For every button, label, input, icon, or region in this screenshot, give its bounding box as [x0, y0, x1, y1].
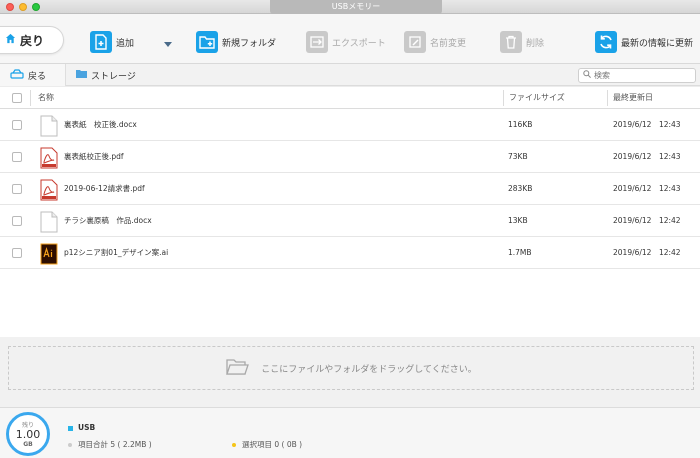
- back-button[interactable]: 戻り: [0, 26, 64, 54]
- table-row[interactable]: 裏表紙校正後.pdf 73KB 2019/6/12 12:43: [0, 141, 700, 173]
- row-checkbox[interactable]: [12, 184, 22, 194]
- row-checkbox[interactable]: [12, 248, 22, 258]
- new-folder-icon: [196, 31, 218, 53]
- search-icon: [583, 70, 591, 81]
- pdf-file-icon: [40, 147, 58, 169]
- header-modified[interactable]: 最終更新日: [613, 87, 653, 109]
- file-modified: 2019/6/12 12:43: [613, 152, 681, 161]
- breadcrumb[interactable]: ストレージ: [76, 64, 136, 86]
- toolbar: 戻り 追加 新規フォルダ エクスポート 名前変更 削除 最新の情報に更新: [0, 14, 700, 64]
- add-button-label: 追加: [116, 38, 135, 49]
- rename-button-label: 名前変更: [430, 38, 467, 49]
- folder-icon: [76, 69, 87, 81]
- zoom-window-button[interactable]: [32, 3, 40, 11]
- file-name: チラシ裏原稿 作品.docx: [64, 216, 152, 225]
- device-name: USB: [78, 423, 96, 432]
- rename-icon: [404, 31, 426, 53]
- file-modified: 2019/6/12 12:42: [613, 216, 681, 225]
- export-button-label: エクスポート: [332, 38, 386, 49]
- file-name: 裏表紙校正後.pdf: [64, 152, 124, 161]
- trash-icon: [500, 31, 522, 53]
- export-button[interactable]: エクスポート: [306, 30, 386, 54]
- file-name: 2019-06-12請求書.pdf: [64, 184, 145, 193]
- pdf-file-icon: [40, 179, 58, 201]
- selected-items-text: 選択項目 0 ( 0B ): [242, 440, 303, 449]
- device-color-swatch: [68, 426, 73, 431]
- doc-file-icon: [40, 115, 58, 137]
- add-button[interactable]: 追加: [90, 30, 134, 54]
- table-row[interactable]: 2019-06-12請求書.pdf 283KB 2019/6/12 12:43: [0, 173, 700, 205]
- total-items-text: 項目合計 5 ( 2.2MB ): [78, 440, 152, 449]
- list-header: 名称 ファイルサイズ 最終更新日: [0, 87, 700, 109]
- table-row[interactable]: チラシ裏原稿 作品.docx 13KB 2019/6/12 12:42: [0, 205, 700, 237]
- select-all-checkbox[interactable]: [12, 93, 22, 103]
- new-folder-button-label: 新規フォルダ: [222, 38, 277, 49]
- file-name: p12シニア割01_デザイン案.ai: [64, 248, 169, 257]
- minimize-window-button[interactable]: [19, 3, 27, 11]
- file-modified: 2019/6/12 12:42: [613, 248, 681, 257]
- back-button-label: 戻り: [20, 33, 45, 48]
- drop-zone-text: ここにファイルやフォルダをドラッグしてください。: [261, 364, 477, 375]
- search-box[interactable]: [578, 68, 696, 83]
- device-back-icon: [10, 68, 24, 82]
- file-size: 73KB: [508, 152, 528, 161]
- navigation-bar: 戻る ストレージ: [0, 64, 700, 86]
- close-window-button[interactable]: [6, 3, 14, 11]
- file-list: 名称 ファイルサイズ 最終更新日 裏表紙 校正後.docx 116KB 2019…: [0, 87, 700, 337]
- home-icon: [5, 33, 16, 47]
- status-footer: 残り 1.00 GB USB 項目合計 5 ( 2.2MB ) 選択項目 0 (…: [0, 407, 700, 458]
- file-size: 283KB: [508, 184, 533, 193]
- file-size: 1.7MB: [508, 248, 532, 257]
- header-divider: [503, 90, 504, 106]
- rename-button[interactable]: 名前変更: [404, 30, 466, 54]
- new-folder-button[interactable]: 新規フォルダ: [196, 30, 276, 54]
- export-icon: [306, 31, 328, 53]
- add-dropdown-arrow-icon[interactable]: [164, 42, 172, 47]
- search-input[interactable]: [594, 71, 690, 80]
- add-file-icon: [90, 31, 112, 53]
- header-divider: [607, 90, 608, 106]
- file-modified: 2019/6/12 12:43: [613, 184, 681, 193]
- file-size: 13KB: [508, 216, 528, 225]
- file-modified: 2019/6/12 12:43: [613, 120, 681, 129]
- refresh-button[interactable]: 最新の情報に更新: [595, 30, 693, 54]
- refresh-button-label: 最新の情報に更新: [621, 38, 694, 49]
- drop-zone[interactable]: ここにファイルやフォルダをドラッグしてください。: [8, 346, 694, 390]
- drop-folder-icon: [225, 357, 251, 380]
- row-checkbox[interactable]: [12, 152, 22, 162]
- file-name: 裏表紙 校正後.docx: [64, 120, 137, 129]
- nav-back-button[interactable]: 戻る: [0, 64, 66, 86]
- window-title: USBメモリー: [270, 0, 442, 14]
- total-items-dot: [68, 443, 72, 447]
- table-row[interactable]: 裏表紙 校正後.docx 116KB 2019/6/12 12:43: [0, 109, 700, 141]
- title-bar: USBメモリー: [0, 0, 700, 14]
- gauge-unit: GB: [23, 441, 33, 448]
- delete-button-label: 削除: [526, 38, 545, 49]
- refresh-icon: [595, 31, 617, 53]
- header-divider: [30, 90, 31, 106]
- file-size: 116KB: [508, 120, 533, 129]
- delete-button[interactable]: 削除: [500, 30, 544, 54]
- doc-file-icon: [40, 211, 58, 233]
- header-size[interactable]: ファイルサイズ: [509, 87, 565, 109]
- row-checkbox[interactable]: [12, 216, 22, 226]
- selected-items-dot: [232, 443, 236, 447]
- storage-gauge: 残り 1.00 GB: [6, 412, 50, 456]
- nav-back-label: 戻る: [28, 71, 47, 82]
- header-name[interactable]: 名称: [38, 87, 54, 109]
- ai-file-icon: [40, 243, 58, 265]
- table-row[interactable]: p12シニア割01_デザイン案.ai 1.7MB 2019/6/12 12:42: [0, 237, 700, 269]
- row-checkbox[interactable]: [12, 120, 22, 130]
- gauge-value: 1.00: [15, 428, 41, 441]
- breadcrumb-label: ストレージ: [91, 71, 136, 82]
